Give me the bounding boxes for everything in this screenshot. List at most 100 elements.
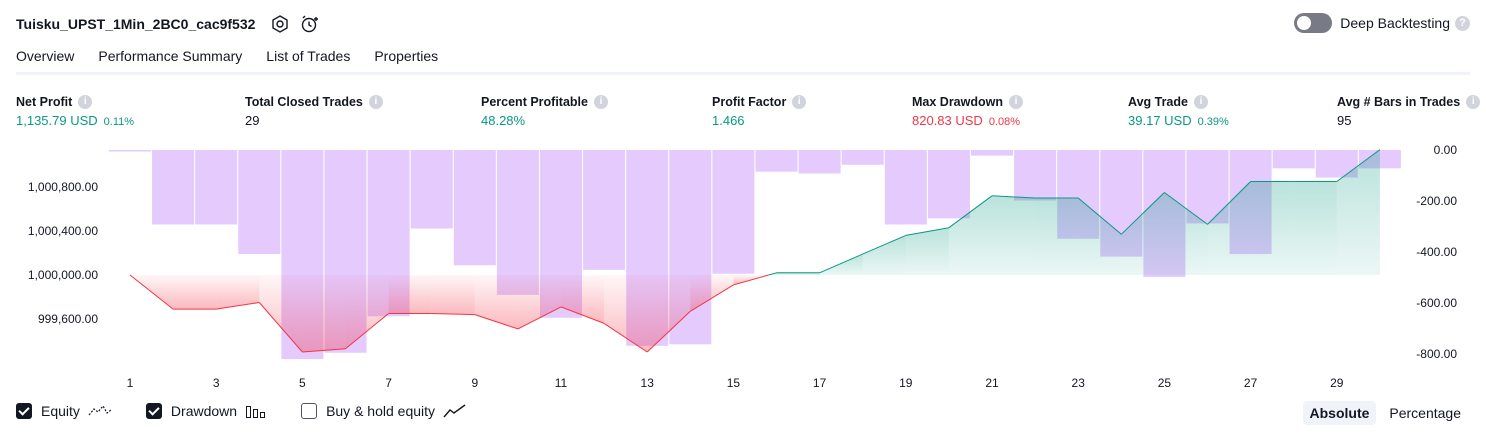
info-icon[interactable]: i [1009, 95, 1023, 109]
drawdown-bar [884, 150, 927, 225]
equity-profit-area [1293, 181, 1337, 275]
equity-loss-area [474, 275, 518, 329]
left-axis-tick-label: 1,000,400.00 [28, 224, 98, 238]
drawdown-bar [238, 150, 281, 255]
info-icon[interactable]: i [1193, 95, 1208, 109]
info-icon[interactable]: i [368, 95, 383, 109]
deep-backtesting: Deep Backtesting ? [1294, 13, 1470, 33]
strategy-title: Tuisku_UPST_1Min_2BC0_cac9f532 [16, 16, 256, 32]
equity-line-icon [88, 404, 112, 416]
equity-profit-area [992, 195, 1036, 275]
percentage-button[interactable]: Percentage [1382, 401, 1468, 425]
tab-bar: Overview Performance Summary List of Tra… [16, 48, 462, 75]
drawdown-bars-icon [246, 406, 266, 418]
metric-percent: 0.39% [1197, 116, 1229, 128]
equity-loss-area [302, 275, 346, 352]
buy-hold-checkbox[interactable] [301, 403, 318, 419]
equity-profit-area [905, 227, 949, 275]
equity-loss-area [690, 275, 734, 312]
metric-percent: 0.08% [988, 116, 1021, 128]
right-axis-tick-label: -200.00 [1416, 194, 1457, 208]
toggle-knob [1297, 16, 1312, 30]
info-icon[interactable]: i [1466, 95, 1481, 109]
tab-performance-summary[interactable]: Performance Summary [98, 48, 242, 75]
drawdown-bar [109, 150, 151, 152]
metric-label: Net Profit [16, 95, 73, 109]
x-axis-tick-label: 25 [1158, 376, 1172, 390]
metric-profit-factor: Profit Factor i 1.466 [712, 94, 807, 128]
metric-avg-trade: Avg Trade i 39.17 USD 0.39% [1128, 94, 1229, 128]
drawdown-bar [195, 150, 238, 225]
drawdown-bar [841, 150, 884, 165]
deep-backtesting-toggle[interactable] [1294, 13, 1333, 33]
deep-backtesting-label: Deep Backtesting [1340, 15, 1450, 31]
tab-divider [16, 72, 1470, 75]
equity-drawdown-chart[interactable]: 1,000,800.00 1,000,400.00 1,000,000.00 999,… [0, 140, 1486, 395]
tab-properties[interactable]: Properties [374, 48, 438, 75]
drawdown-bar [712, 150, 755, 274]
x-axis-tick-label: 23 [1072, 376, 1086, 390]
equity-loss-area [431, 275, 475, 315]
metric-label: Max Drawdown [912, 95, 1003, 109]
info-icon[interactable]: i [593, 95, 608, 109]
drawdown-bar [927, 150, 970, 219]
metric-max-drawdown: Max Drawdown i 820.83 USD 0.08% [912, 94, 1023, 128]
drawdown-bar [755, 150, 798, 172]
metric-percent: 0.11% [103, 116, 135, 128]
x-axis-tick-label: 29 [1330, 376, 1344, 390]
info-icon[interactable]: i [792, 95, 807, 109]
legend-buy-hold-label: Buy & hold equity [326, 403, 436, 419]
drawdown-bar [496, 150, 539, 295]
x-axis-tick-label: 1 [127, 376, 134, 390]
help-icon[interactable]: ? [1455, 15, 1470, 31]
drawdown-bar [583, 150, 626, 270]
x-axis-tick-label: 13 [641, 376, 655, 390]
settings-icon[interactable] [269, 13, 291, 35]
drawdown-bar [152, 150, 195, 225]
x-axis-tick-label: 7 [385, 376, 392, 390]
equity-loss-area [345, 275, 389, 349]
legend-equity[interactable]: Equity [16, 403, 112, 419]
legend-equity-label: Equity [41, 403, 80, 419]
right-axis-tick-label: -600.00 [1416, 296, 1457, 310]
equity-checkbox[interactable] [16, 403, 32, 419]
x-axis-tick-label: 17 [813, 376, 827, 390]
metric-value: 48.28% [481, 113, 526, 128]
strategy-header: Tuisku_UPST_1Min_2BC0_cac9f532 [16, 14, 321, 34]
metric-value: 39.17 USD [1128, 113, 1192, 128]
info-icon[interactable]: i [78, 95, 93, 109]
equity-loss-area [517, 275, 561, 329]
metric-avg-bars: Avg # Bars in Trades i 95 [1337, 94, 1481, 128]
left-axis-tick-label: 1,000,800.00 [28, 180, 98, 194]
x-axis-tick-label: 19 [899, 376, 913, 390]
metric-net-profit: Net Profit i 1,135.79 USD 0.11% [16, 94, 134, 128]
drawdown-bar [1272, 150, 1315, 169]
right-axis-tick-label: 0.00 [1434, 143, 1458, 157]
add-alert-icon[interactable] [299, 13, 321, 35]
x-axis-tick-label: 9 [471, 376, 478, 390]
metric-label: Avg # Bars in Trades [1337, 95, 1461, 109]
equity-loss-area [259, 275, 303, 352]
absolute-button[interactable]: Absolute [1302, 401, 1377, 425]
x-axis-tick-label: 5 [299, 376, 306, 390]
legend-drawdown-label: Drawdown [170, 403, 238, 419]
buy-hold-line-icon [443, 404, 466, 418]
metric-label: Profit Factor [712, 95, 787, 109]
metric-value: 820.83 USD [912, 113, 983, 128]
metric-value: 95 [1337, 113, 1352, 128]
tab-list-of-trades[interactable]: List of Trades [266, 48, 350, 75]
legend-buy-hold[interactable]: Buy & hold equity [301, 403, 467, 419]
metric-total-closed-trades: Total Closed Trades i 29 [245, 94, 383, 128]
equity-loss-area [388, 275, 432, 314]
metric-value: 29 [245, 113, 260, 128]
legend-drawdown[interactable]: Drawdown [145, 403, 267, 419]
x-axis-tick-label: 21 [985, 376, 999, 390]
x-axis-tick-label: 27 [1244, 376, 1258, 390]
tab-overview[interactable]: Overview [16, 48, 75, 75]
x-axis-tick-label: 11 [555, 376, 568, 390]
drawdown-checkbox[interactable] [145, 403, 162, 419]
metric-label: Avg Trade [1128, 95, 1188, 109]
equity-profit-area [1250, 181, 1294, 275]
left-axis-tick-label: 1,000,000.00 [28, 268, 98, 282]
metric-value: 1.466 [712, 113, 745, 128]
